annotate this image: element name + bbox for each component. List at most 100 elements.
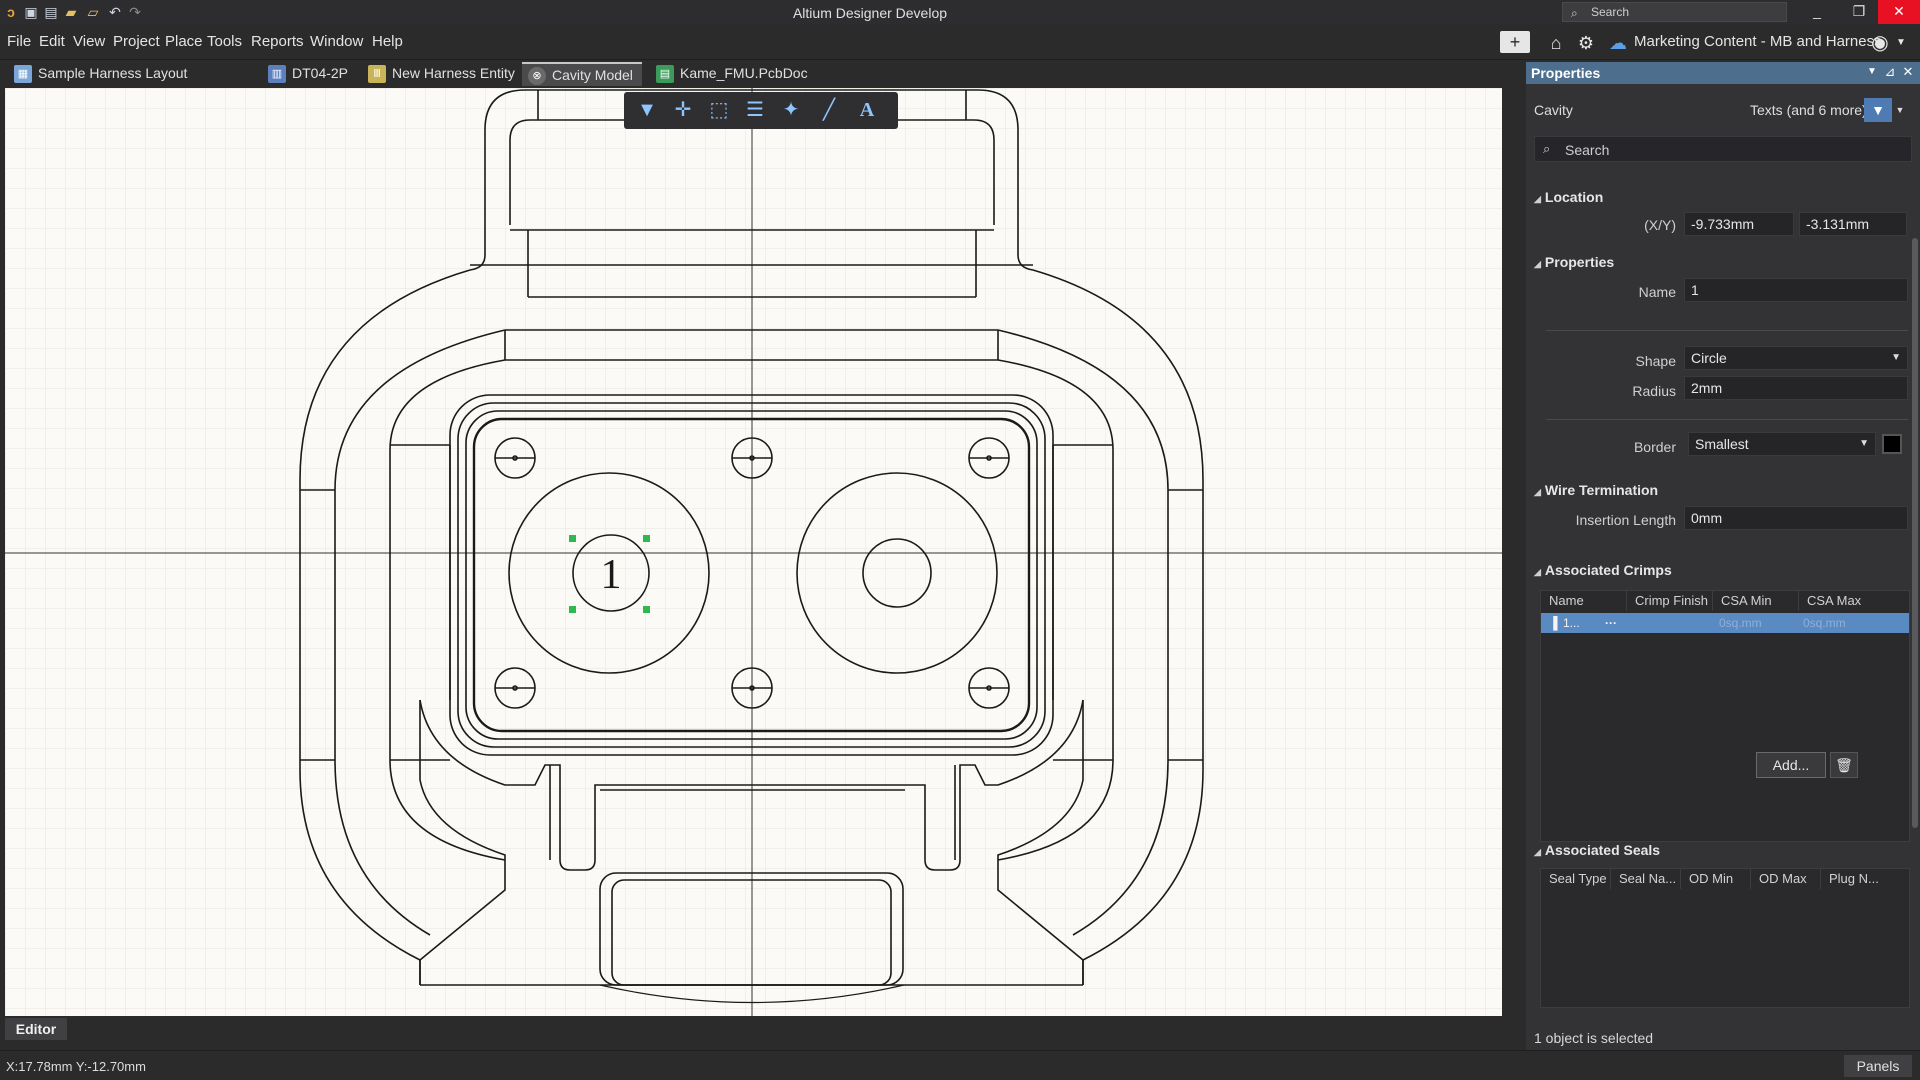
- window-title: Altium Designer Develop: [792, 5, 948, 21]
- section-wire-termination[interactable]: ◢ Wire Termination: [1534, 482, 1658, 498]
- tab-editor[interactable]: Editor: [5, 1018, 67, 1040]
- cavity-number-label[interactable]: 1: [601, 552, 622, 598]
- tab-dt04-2p[interactable]: ▥ DT04-2P *: [262, 62, 352, 104]
- chevron-down-icon: ▼: [1859, 438, 1869, 449]
- panel-search-placeholder: Search: [1565, 142, 1610, 158]
- seals-col-seal-type[interactable]: Seal Type: [1541, 869, 1611, 889]
- pcb-icon: ▤: [656, 65, 674, 83]
- close-window-button[interactable]: ✕: [1878, 0, 1920, 24]
- pin-icon[interactable]: ⊿: [1882, 64, 1898, 80]
- crimp-more-button[interactable]: ···: [1605, 613, 1617, 633]
- filter-button[interactable]: ▼: [1864, 98, 1892, 122]
- user-avatar-icon[interactable]: ◉: [1868, 32, 1892, 54]
- crimp-csa-max-cell[interactable]: 0sq.mm: [1803, 613, 1846, 633]
- snap-icon[interactable]: ✦: [778, 97, 804, 123]
- location-x-field[interactable]: -9.733mm: [1684, 212, 1794, 236]
- selection-status: 1 object is selected: [1534, 1030, 1654, 1046]
- menu-tools[interactable]: Tools: [207, 33, 242, 50]
- section-associated-crimps[interactable]: ◢ Associated Crimps: [1534, 562, 1672, 578]
- table-row[interactable]: ▐ 1... ··· 0sq.mm 0sq.mm: [1541, 613, 1909, 633]
- home-icon[interactable]: ⌂: [1544, 32, 1568, 54]
- insertion-length-field[interactable]: 0mm: [1684, 506, 1908, 530]
- cloud-icon[interactable]: ☁: [1606, 32, 1630, 54]
- menu-window[interactable]: Window: [310, 33, 363, 50]
- section-properties-label: Properties: [1544, 254, 1615, 270]
- radius-label: Radius: [1632, 383, 1676, 399]
- section-location-label: Location: [1544, 189, 1604, 205]
- menu-place[interactable]: Place: [165, 33, 203, 50]
- seals-col-seal-name[interactable]: Seal Na...: [1611, 869, 1681, 889]
- section-properties[interactable]: ◢ Properties: [1534, 254, 1614, 270]
- align-icon[interactable]: ☰: [742, 97, 768, 123]
- close-icon[interactable]: ✕: [1900, 64, 1916, 80]
- line-icon[interactable]: ╱: [816, 97, 842, 123]
- text-icon[interactable]: A: [854, 97, 880, 123]
- crimp-name-cell[interactable]: 1...: [1563, 613, 1580, 633]
- active-bar-toolbar: ▼ ✛ ⬚ ☰ ✦ ╱ A: [624, 92, 898, 129]
- divider: [1546, 330, 1908, 331]
- border-select[interactable]: Smallest ▼: [1688, 432, 1876, 456]
- trash-icon: 🗑: [1835, 757, 1853, 773]
- panel-search-input[interactable]: ⌕ Search: [1534, 136, 1912, 162]
- add-crimp-button[interactable]: Add...: [1756, 752, 1826, 778]
- tab-cavity-model[interactable]: ⊗ Cavity Model *: [522, 62, 642, 106]
- status-bar: X:17.78mm Y:-12.70mm Panels: [0, 1050, 1920, 1080]
- border-label: Border: [1633, 439, 1676, 455]
- tab-new-harness-entity[interactable]: Ⅲ New Harness Entity *: [362, 62, 516, 104]
- gear-icon[interactable]: ⚙: [1574, 32, 1598, 54]
- section-seals-label: Associated Seals: [1544, 842, 1661, 858]
- filter-summary-label[interactable]: Texts (and 6 more): [1750, 102, 1867, 118]
- seals-col-plug[interactable]: Plug N...: [1821, 869, 1911, 889]
- crimp-csa-min-cell[interactable]: 0sq.mm: [1719, 613, 1762, 633]
- filter-icon: ▼: [1871, 102, 1885, 118]
- cavity-drawing: 1: [5, 88, 1502, 1016]
- shape-select[interactable]: Circle ▼: [1684, 346, 1908, 370]
- panel-title: Properties: [1531, 65, 1601, 81]
- section-location[interactable]: ◢ Location: [1534, 189, 1603, 205]
- name-label: Name: [1638, 284, 1676, 300]
- panels-button[interactable]: Panels: [1844, 1055, 1912, 1077]
- seals-table: Seal Type Seal Na... OD Min OD Max Plug …: [1540, 868, 1910, 1008]
- restore-button[interactable]: ❐: [1838, 0, 1880, 24]
- workspace-label[interactable]: Marketing Content - MB and Harness: [1634, 33, 1882, 50]
- design-canvas[interactable]: 1: [5, 88, 1502, 1016]
- tab-kame-fmu-pcbdoc[interactable]: ▤ Kame_FMU.PcbDoc *: [650, 62, 808, 104]
- new-message-icon[interactable]: +: [1500, 31, 1530, 53]
- global-search-input[interactable]: ⌕ Search: [1562, 2, 1787, 22]
- filter-dropdown-chevron-icon[interactable]: ▼: [1892, 98, 1908, 122]
- section-associated-seals[interactable]: ◢ Associated Seals: [1534, 842, 1660, 858]
- panel-scrollbar[interactable]: [1912, 238, 1918, 828]
- panel-header: Properties ▼ ⊿ ✕: [1526, 62, 1920, 84]
- section-crimps-label: Associated Crimps: [1544, 562, 1672, 578]
- border-color-swatch[interactable]: [1882, 434, 1902, 454]
- location-y-field[interactable]: -3.131mm: [1799, 212, 1907, 236]
- crimps-col-csa-max[interactable]: CSA Max: [1799, 591, 1911, 611]
- menu-view[interactable]: View: [73, 33, 105, 50]
- menu-project[interactable]: Project: [113, 33, 160, 50]
- search-icon: ⌕: [1571, 6, 1578, 20]
- select-rect-icon[interactable]: ⬚: [706, 97, 732, 123]
- menu-reports[interactable]: Reports: [251, 33, 304, 50]
- minimize-button[interactable]: _: [1796, 0, 1838, 24]
- filter-icon[interactable]: ▼: [634, 97, 660, 123]
- radius-field[interactable]: 2mm: [1684, 376, 1908, 400]
- connector-icon: ▥: [268, 65, 286, 83]
- search-icon: ⌕: [1543, 141, 1551, 156]
- seals-col-od-max[interactable]: OD Max: [1751, 869, 1821, 889]
- delete-crimp-button[interactable]: 🗑: [1830, 752, 1858, 778]
- user-menu-chevron-icon[interactable]: ▼: [1894, 32, 1908, 54]
- seals-col-od-min[interactable]: OD Min: [1681, 869, 1751, 889]
- crimps-col-crimp-finish[interactable]: Crimp Finish: [1627, 591, 1713, 611]
- crimps-col-name[interactable]: Name: [1541, 591, 1627, 611]
- menu-edit[interactable]: Edit: [39, 33, 65, 50]
- harness-icon: Ⅲ: [368, 65, 386, 83]
- tab-sample-harness-layout[interactable]: ▦ Sample Harness Layout 001.LdrDoc *: [8, 62, 256, 104]
- crimps-col-csa-min[interactable]: CSA Min: [1713, 591, 1799, 611]
- object-type-label: Cavity: [1534, 102, 1573, 118]
- menu-file[interactable]: File: [7, 33, 31, 50]
- crosshair-icon[interactable]: ✛: [670, 97, 696, 123]
- panel-menu-icon[interactable]: ▼: [1864, 64, 1880, 80]
- border-value: Smallest: [1695, 436, 1749, 452]
- menu-help[interactable]: Help: [372, 33, 403, 50]
- name-field[interactable]: 1: [1684, 278, 1908, 302]
